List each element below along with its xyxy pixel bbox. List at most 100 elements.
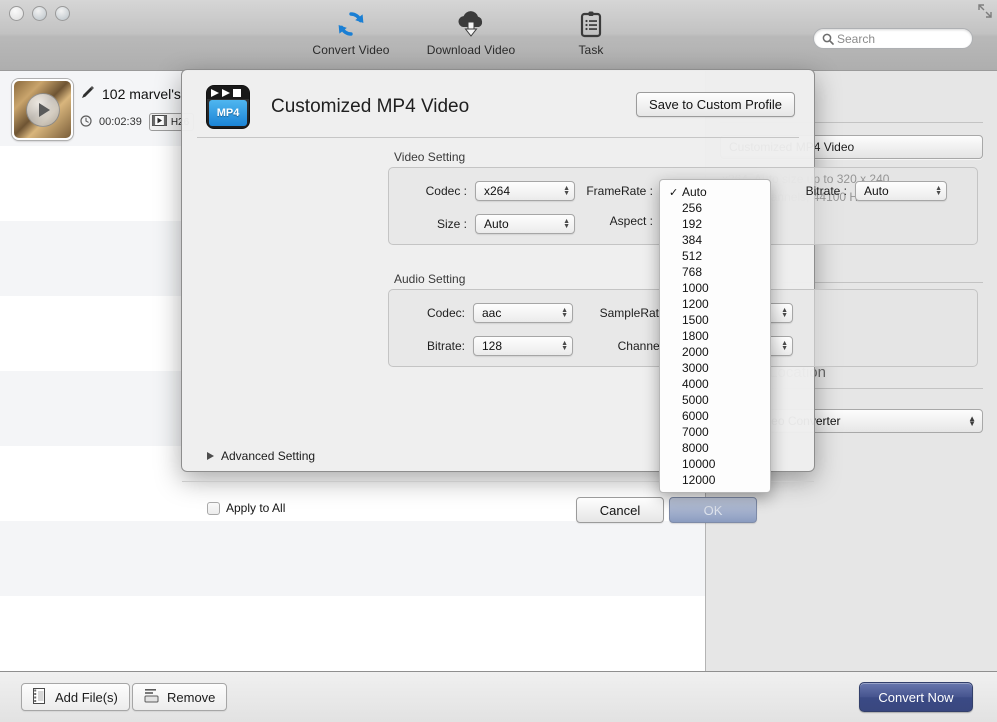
audio-bitrate-value: 128 [482,339,503,353]
audio-bitrate-select[interactable]: 128 ▲ ▼ [473,336,573,356]
video-bitrate-select[interactable]: Auto ▲ ▼ [855,181,947,201]
menu-item[interactable]: 1500 [660,312,770,328]
menu-item[interactable]: 768 [660,264,770,280]
menu-item-label: 256 [682,201,703,215]
clipboard-icon [545,7,637,41]
menu-item-label: 4000 [682,377,709,391]
video-size-select[interactable]: Auto ▲ ▼ [475,214,575,234]
toolbar-item-label: Download Video [426,43,516,57]
menu-item[interactable]: 1000 [660,280,770,296]
video-codec-select[interactable]: x264 ▲ ▼ [475,181,575,201]
apply-to-all-label: Apply to All [226,501,286,515]
bottom-bar: Add File(s) Remove [0,671,997,722]
menu-item[interactable]: 2000 [660,344,770,360]
menu-item-label: 2000 [682,345,709,359]
menu-item-label: 512 [682,249,703,263]
apply-to-all-checkbox[interactable]: ✓ Apply to All [207,501,285,515]
video-size-label: Size : [436,217,467,231]
table-row[interactable] [0,596,705,671]
video-thumbnail[interactable] [12,79,73,140]
menu-item[interactable]: 384 [660,232,770,248]
convert-now-label: Convert Now [878,689,954,705]
menu-item-label: 5000 [682,393,709,407]
video-bitrate-value: Auto [864,184,889,198]
film-icon [151,115,167,129]
minimize-button[interactable] [32,6,47,21]
menu-item-label: 1200 [682,297,709,311]
menu-item-label: 1000 [682,281,709,295]
menu-item[interactable]: 1800 [660,328,770,344]
convert-now-button[interactable]: Convert Now [859,682,973,712]
audio-bitrate-label: Bitrate: [426,339,465,353]
save-profile-label: Save to Custom Profile [649,97,782,112]
ok-button[interactable]: OK [669,497,757,523]
menu-item-label: 12000 [682,473,716,487]
menu-item-label: 6000 [682,409,709,423]
table-row[interactable] [0,521,705,596]
play-icon[interactable] [25,92,60,127]
fullscreen-icon[interactable] [978,4,992,21]
remove-button[interactable]: Remove [132,683,228,711]
chevron-updown-icon: ▲▼ [968,414,976,428]
zoom-button[interactable] [55,6,70,21]
channel-label: Channel : [617,339,669,353]
menu-item-label: 192 [682,217,703,231]
clock-icon [80,114,92,130]
checkbox-icon: ✓ [207,501,220,515]
pencil-icon[interactable] [80,85,95,103]
menu-item-label: 10000 [682,457,716,471]
audio-codec-value: aac [482,306,502,320]
toolbar-item-label: Convert Video [312,43,390,57]
video-codec-value: x264 [484,184,511,198]
advanced-setting-toggle[interactable]: Advanced Setting [207,449,315,463]
bitrate-dropdown-menu[interactable]: ✓ Auto 256 192 384 512 768 1000 1200 1500 1800 2000… [659,179,771,493]
chevron-updown-icon: ▲▼ [561,339,568,352]
toolbar-item-task[interactable]: Task [545,7,637,57]
window-traffic-lights [9,6,70,21]
search-input[interactable] [837,31,964,46]
toolbar: Convert Video Download Video Task Search [0,0,997,71]
toolbar-items: Convert Video Download Video Task [305,7,637,57]
menu-item[interactable]: 10000 [660,456,770,472]
menu-item-label: Auto [682,185,707,199]
save-to-custom-profile-button[interactable]: Save to Custom Profile [636,92,795,117]
audio-codec-select[interactable]: aac ▲ ▼ [473,303,573,323]
chevron-updown-icon: ▲▼ [781,306,788,319]
menu-item[interactable]: ✓ Auto [660,184,770,200]
menu-item-label: 1800 [682,329,709,343]
toolbar-item-download-video[interactable]: Download Video [425,7,517,57]
search-field[interactable] [813,28,973,49]
menu-item[interactable]: 8000 [660,440,770,456]
add-film-icon [33,687,48,707]
add-files-button[interactable]: Add File(s) [21,683,130,711]
menu-item-label: 768 [682,265,703,279]
file-duration: 00:02:39 [99,116,142,128]
menu-item[interactable]: 256 [660,200,770,216]
menu-item[interactable]: 512 [660,248,770,264]
samplerate-label: SampleRate: [599,306,669,320]
audio-codec-label: Codec: [426,306,465,320]
menu-item[interactable]: 7000 [660,424,770,440]
close-button[interactable] [9,6,24,21]
chevron-updown-icon: ▲▼ [935,184,942,197]
menu-item[interactable]: 12000 [660,472,770,488]
video-setting-label: Video Setting [394,150,466,164]
search-icon [822,33,834,45]
video-codec-label: Codec : [425,184,467,198]
video-size-value: Auto [484,217,509,231]
add-files-label: Add File(s) [55,689,118,705]
aspect-label: Aspect : [609,214,653,228]
menu-item-label: 8000 [682,441,709,455]
menu-item[interactable]: 4000 [660,376,770,392]
chevron-right-icon [207,452,214,460]
menu-item[interactable]: 3000 [660,360,770,376]
chevron-updown-icon: ▲▼ [781,339,788,352]
menu-item[interactable]: 1200 [660,296,770,312]
menu-item[interactable]: 6000 [660,408,770,424]
toolbar-item-convert-video[interactable]: Convert Video [305,7,397,57]
cancel-button[interactable]: Cancel [576,497,664,523]
ok-label: OK [703,502,723,518]
menu-item[interactable]: 5000 [660,392,770,408]
menu-item[interactable]: 192 [660,216,770,232]
check-icon: ✓ [669,186,679,199]
